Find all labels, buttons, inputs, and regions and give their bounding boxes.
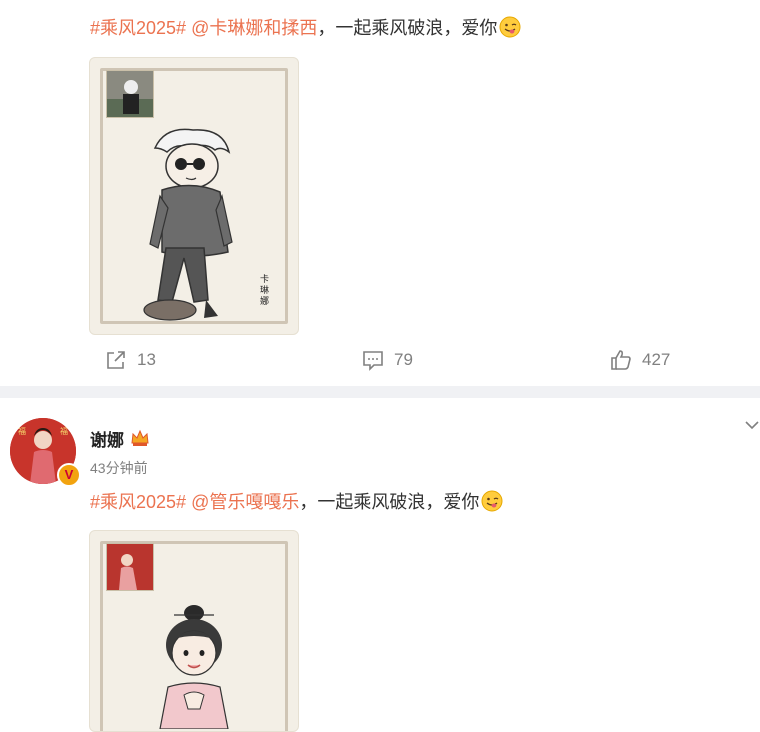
post-2-image[interactable] xyxy=(89,530,299,732)
post-body-text: ，一起乘风破浪，爱你 xyxy=(317,18,498,38)
photo-thumbnail xyxy=(106,543,154,591)
post-1-actions: 13 79 427 xyxy=(0,340,760,380)
photo-thumbnail xyxy=(106,70,154,118)
verified-badge: V xyxy=(57,463,81,487)
comment-icon xyxy=(363,351,383,371)
repost-button[interactable]: 13 xyxy=(105,340,156,380)
author-name[interactable]: 谢娜 xyxy=(90,426,124,451)
like-count: 427 xyxy=(642,350,671,369)
comment-count: 79 xyxy=(394,350,413,369)
mention-link[interactable]: @卡琳娜和揉西 xyxy=(191,18,317,38)
svg-text:福: 福 xyxy=(18,427,26,436)
post-time[interactable]: 43分钟前 xyxy=(90,458,148,478)
crown-badge-icon xyxy=(131,429,149,446)
post-divider xyxy=(0,386,760,398)
winking-tongue-emoji-icon xyxy=(481,490,503,512)
repost-count: 13 xyxy=(137,350,156,369)
share-icon xyxy=(107,351,125,369)
cartoon-illustration xyxy=(143,128,233,321)
svg-text:福: 福 xyxy=(60,427,68,436)
post-1-image[interactable]: 卡琳娜 xyxy=(89,57,299,335)
post-2-text: #乘风2025# @管乐嘎嘎乐，一起乘风破浪，爱你 xyxy=(90,490,503,514)
post-body-text: ，一起乘风破浪，爱你 xyxy=(299,492,480,512)
hashtag-link[interactable]: #乘风2025# xyxy=(90,492,186,512)
mention-link[interactable]: @管乐嘎嘎乐 xyxy=(191,492,299,512)
image-signature: 卡琳娜 xyxy=(260,274,270,306)
like-button[interactable]: 427 xyxy=(610,340,670,380)
comment-button[interactable]: 79 xyxy=(362,340,413,380)
post-1-text: #乘风2025# @卡琳娜和揉西，一起乘风破浪，爱你 xyxy=(90,16,521,40)
cartoon-illustration xyxy=(159,605,229,729)
chevron-down-icon[interactable] xyxy=(744,418,760,432)
post-1: #乘风2025# @卡琳娜和揉西，一起乘风破浪，爱你 卡琳娜 13 79 427 xyxy=(0,0,760,386)
thumbs-up-icon xyxy=(611,350,631,370)
hashtag-link[interactable]: #乘风2025# xyxy=(90,18,186,38)
winking-tongue-emoji-icon xyxy=(499,16,521,38)
